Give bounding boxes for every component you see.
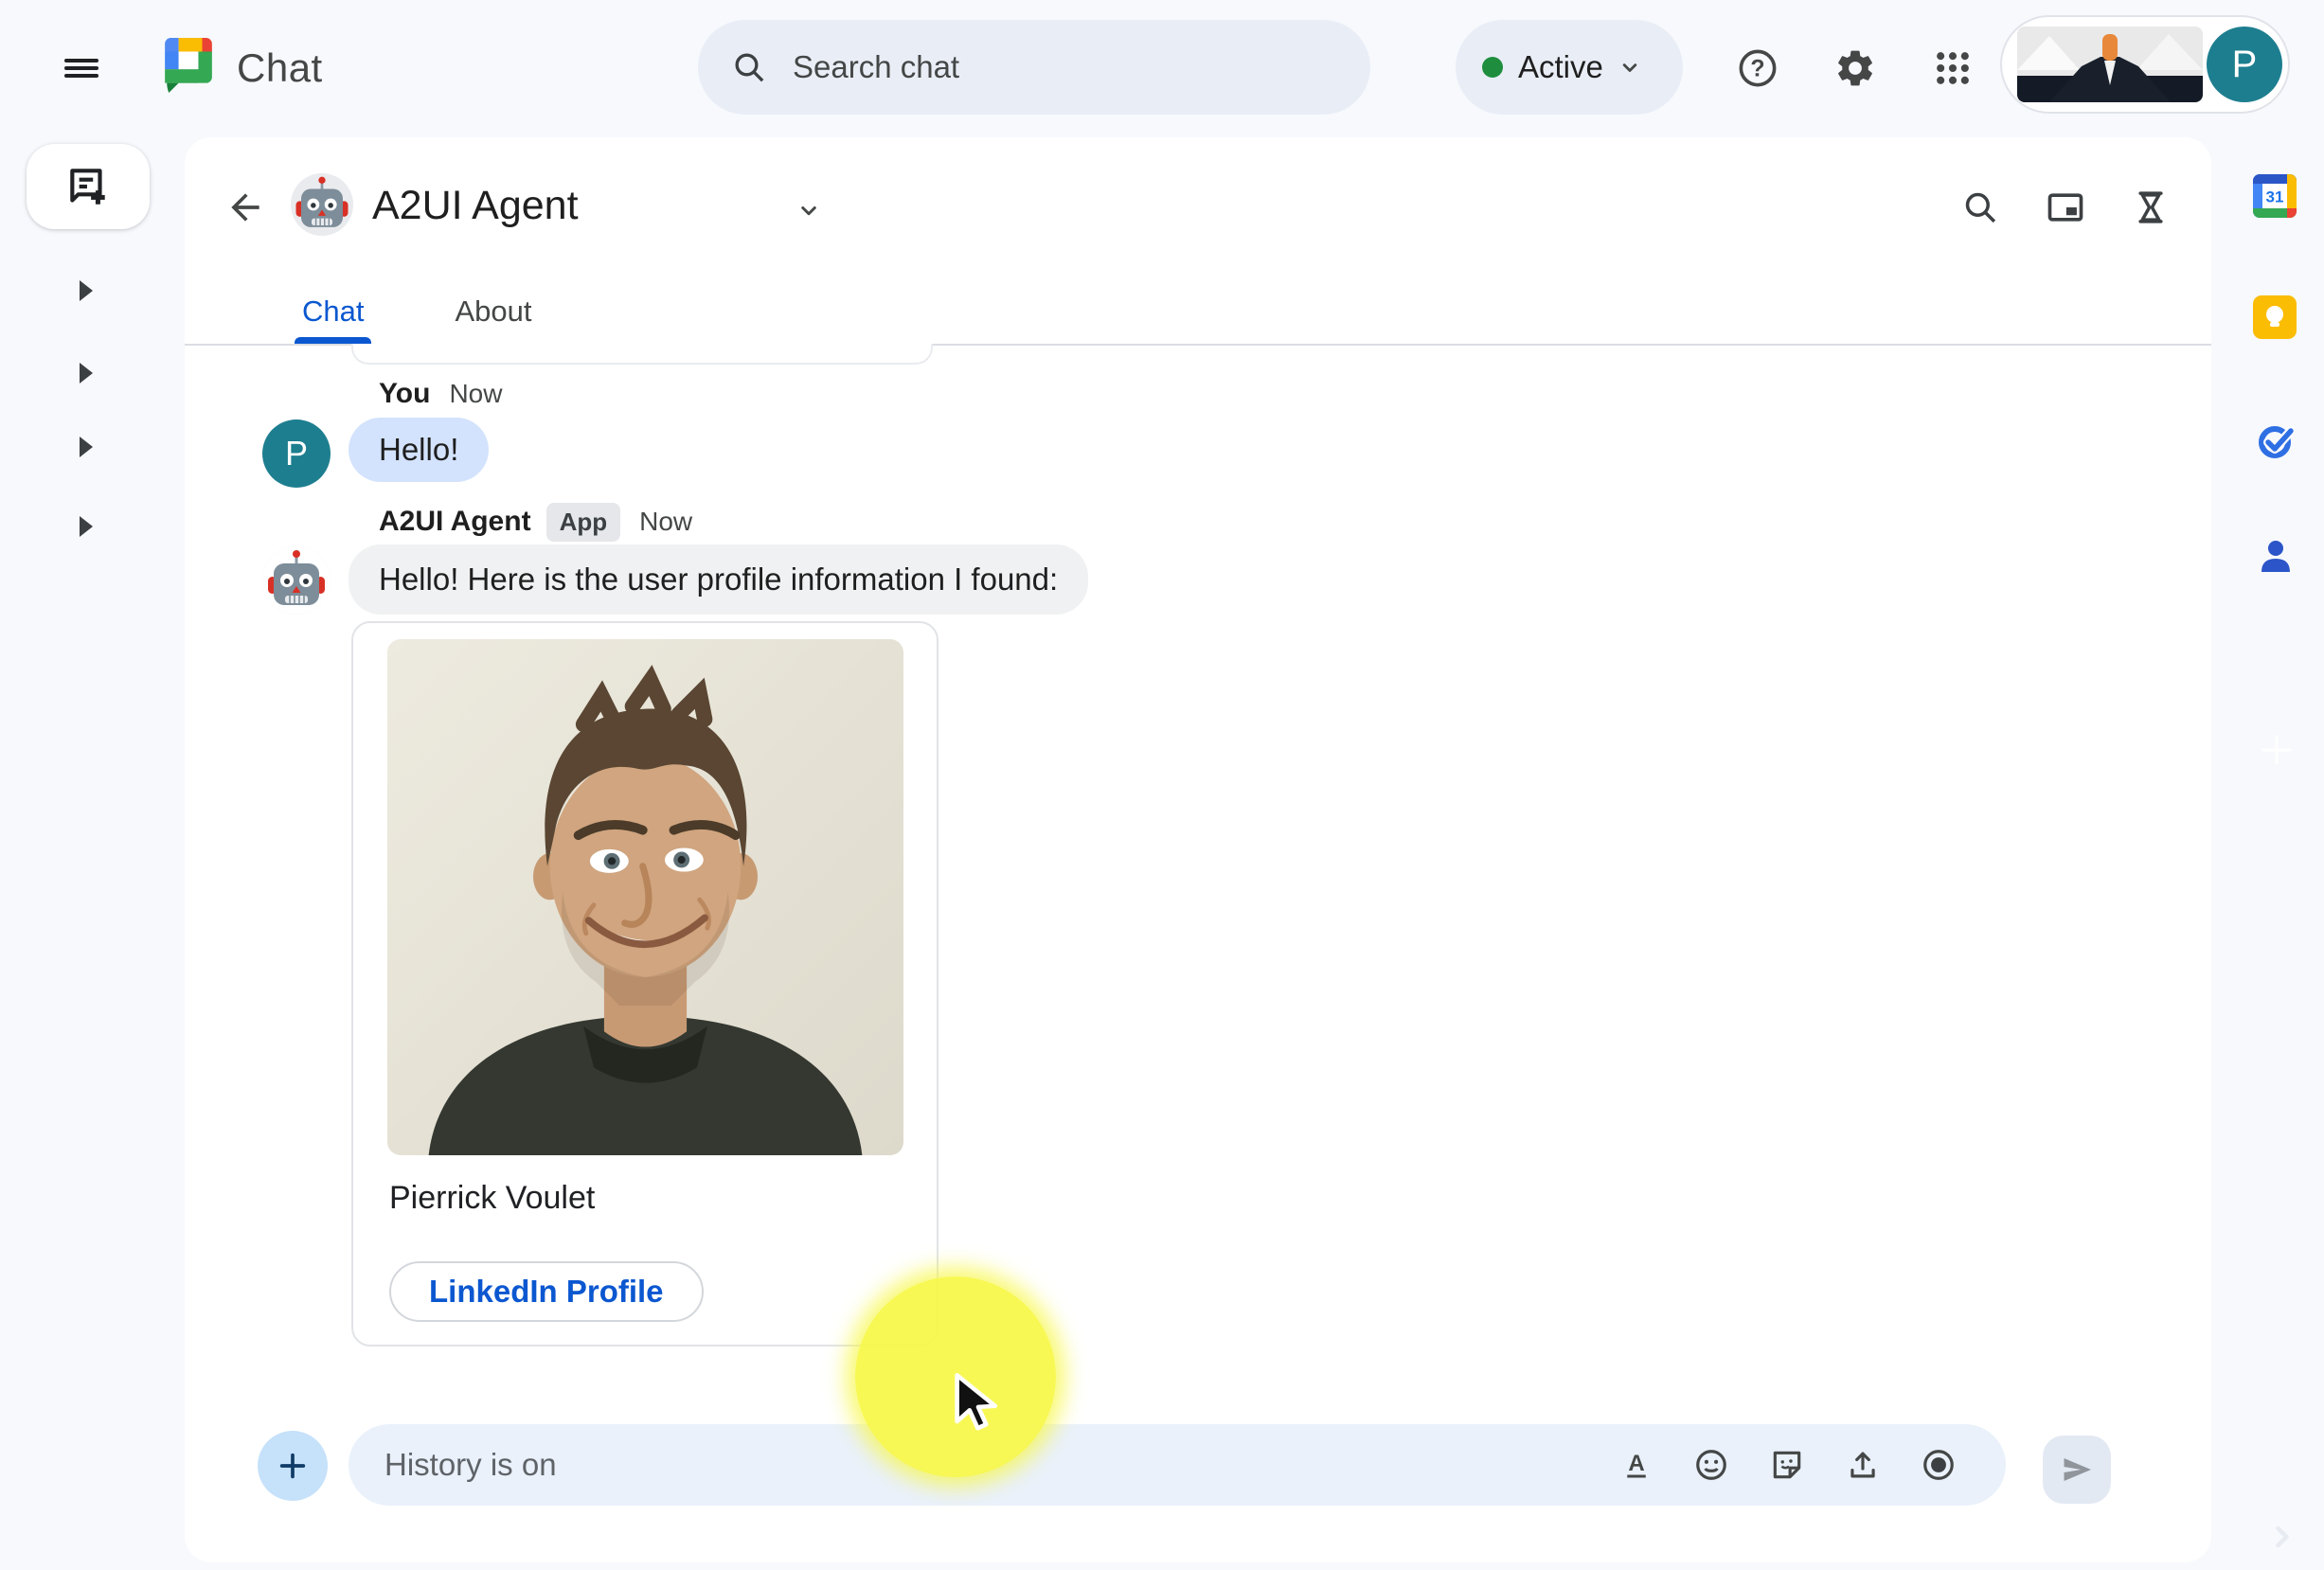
workspace-artwork: [2017, 27, 2203, 102]
collapse-arrow-icon[interactable]: [80, 516, 93, 537]
message-bubble[interactable]: Hello!: [349, 418, 489, 482]
status-label: Active: [1518, 49, 1603, 85]
product-name: Chat: [237, 45, 323, 91]
compose-add-button[interactable]: [258, 1431, 328, 1501]
message-bubble[interactable]: Hello! Here is the user profile informat…: [349, 544, 1088, 615]
tab-chat[interactable]: Chat: [279, 279, 386, 344]
profile-name: Pierrick Voulet: [389, 1180, 595, 1217]
back-arrow-icon: [224, 187, 266, 228]
keep-sidepanel-button[interactable]: [2253, 295, 2297, 344]
open-in-popup-button[interactable]: [2039, 181, 2092, 234]
google-chat-logo-icon: [161, 38, 216, 98]
message-input[interactable]: [349, 1447, 1619, 1483]
picture-in-picture-icon: [2045, 187, 2086, 228]
hamburger-icon: [64, 55, 98, 81]
collapse-arrow-icon[interactable]: [80, 363, 93, 384]
chevron-down-icon: [1617, 54, 1643, 80]
google-calendar-icon: 31: [2253, 174, 2297, 218]
search-input[interactable]: [793, 49, 1323, 85]
help-icon: ?: [1736, 46, 1779, 90]
search-icon: [1960, 187, 2000, 227]
conversation-header: A2UI Agent Chat About: [185, 137, 2211, 279]
expand-panel-chevron-icon[interactable]: [2265, 1520, 2299, 1559]
user-profile-card: Pierrick Voulet LinkedIn Profile: [351, 621, 939, 1347]
sticker-button[interactable]: [1769, 1447, 1805, 1483]
emoji-button[interactable]: [1693, 1447, 1729, 1483]
status-selector[interactable]: Active: [1456, 20, 1683, 115]
get-addons-button[interactable]: [2258, 731, 2296, 774]
main-menu-button[interactable]: [55, 42, 108, 95]
back-button[interactable]: [219, 181, 272, 234]
send-button[interactable]: [2043, 1436, 2111, 1504]
new-chat-icon: [64, 163, 112, 210]
message-meta: A2UI Agent App Now: [379, 503, 692, 542]
settings-button[interactable]: [1829, 42, 1882, 95]
svg-text:A: A: [1628, 1451, 1644, 1476]
history-toggle-button[interactable]: [2124, 181, 2177, 234]
active-tab-underline: [295, 337, 371, 344]
google-keep-icon: [2253, 295, 2297, 339]
search-bar[interactable]: [698, 20, 1370, 115]
conversation-tabs: Chat About: [279, 279, 555, 344]
compose-toolbar: A: [1619, 1447, 2006, 1483]
collapse-arrow-icon[interactable]: [80, 280, 93, 301]
contacts-sidepanel-button[interactable]: [2255, 536, 2297, 582]
partial-previous-message: [351, 344, 933, 365]
gear-icon: [1833, 46, 1877, 90]
apps-grid-icon: [1932, 47, 1974, 89]
google-contacts-icon: [2255, 536, 2297, 578]
message-time: Now: [639, 507, 692, 537]
profile-avatar[interactable]: P: [2207, 27, 2282, 102]
title-chevron-down-icon[interactable]: [795, 196, 823, 224]
agent-avatar: [262, 546, 331, 615]
active-status-dot-icon: [1482, 57, 1503, 78]
search-icon: [730, 48, 768, 86]
calendar-sidepanel-button[interactable]: 31: [2253, 174, 2297, 223]
account-area[interactable]: P: [2000, 15, 2290, 114]
linkedin-profile-button[interactable]: LinkedIn Profile: [389, 1261, 704, 1322]
conversation-panel: A2UI Agent Chat About: [185, 137, 2211, 1562]
profile-photo: [387, 639, 903, 1155]
plus-icon: [2258, 731, 2296, 769]
plus-icon: [277, 1450, 309, 1482]
upload-button[interactable]: [1845, 1447, 1881, 1483]
text-format-button[interactable]: A: [1619, 1448, 1654, 1482]
user-avatar: P: [262, 419, 331, 488]
google-tasks-icon: [2257, 422, 2295, 460]
app-badge: App: [546, 503, 621, 542]
message-time: Now: [449, 379, 502, 409]
help-button[interactable]: ?: [1731, 42, 1784, 95]
send-icon: [2060, 1453, 2094, 1487]
new-chat-button[interactable]: [27, 144, 150, 229]
record-video-button[interactable]: [1921, 1447, 1957, 1483]
svg-text:?: ?: [1750, 55, 1764, 81]
svg-text:31: 31: [2266, 188, 2284, 206]
google-apps-button[interactable]: [1926, 42, 1979, 95]
tab-about[interactable]: About: [432, 279, 554, 344]
tasks-sidepanel-button[interactable]: [2257, 422, 2295, 465]
message-meta: You Now: [379, 378, 502, 410]
agent-avatar: [291, 173, 353, 236]
sender-name: You: [379, 378, 430, 410]
hourglass-icon: [2131, 187, 2171, 227]
compose-bar[interactable]: A: [349, 1424, 2006, 1506]
sender-name: A2UI Agent: [379, 506, 531, 538]
conversation-title[interactable]: A2UI Agent: [372, 183, 579, 229]
search-in-conversation-button[interactable]: [1954, 181, 2007, 234]
google-chat-app: Chat Active ?: [0, 0, 2324, 1570]
collapse-arrow-icon[interactable]: [80, 437, 93, 457]
